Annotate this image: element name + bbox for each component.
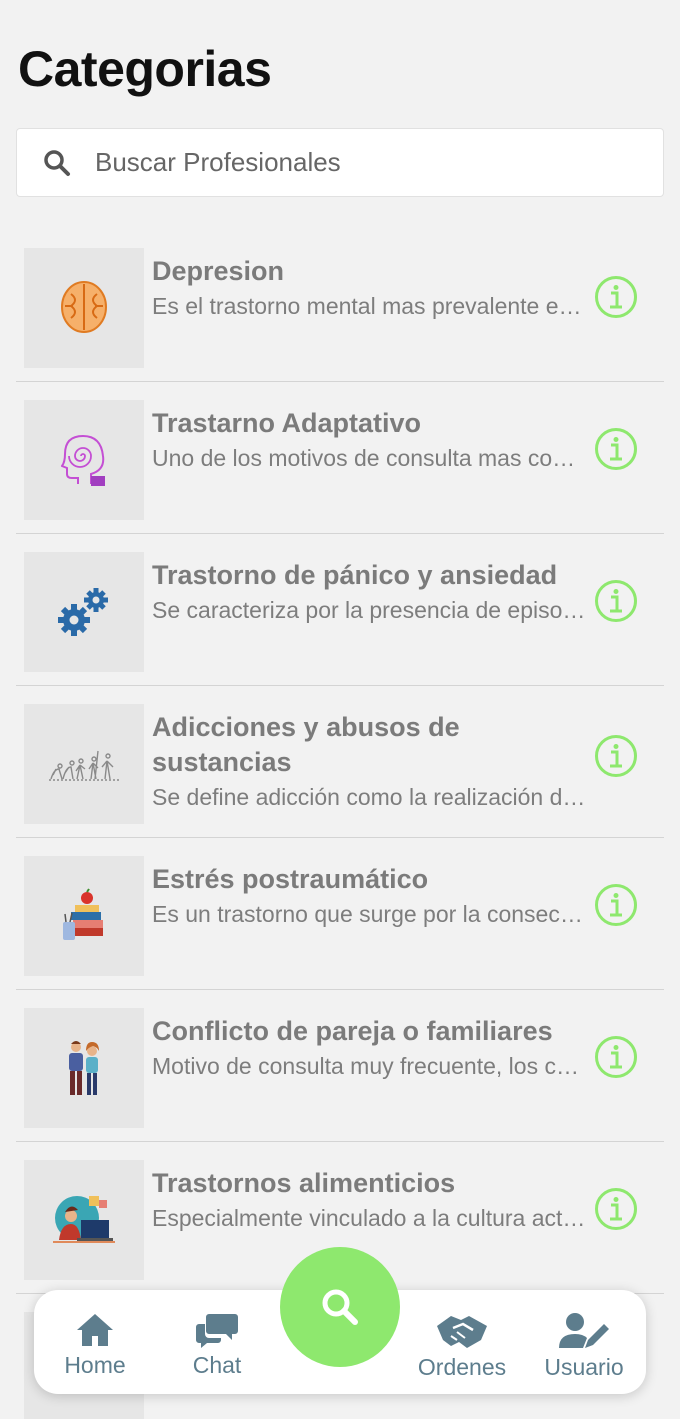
category-row-adicciones[interactable]: Adicciones y abusos de sustancias Se def… xyxy=(16,686,664,838)
handshake-icon xyxy=(437,1316,487,1348)
category-description: Se define adicción como la realización d… xyxy=(152,784,587,810)
category-row-trastorno-adaptativo[interactable]: Trastarno Adaptativo Uno de los motivos … xyxy=(16,382,664,534)
nav-home-label: Home xyxy=(64,1352,126,1378)
info-icon[interactable] xyxy=(594,883,638,927)
nav-orders-label: Ordenes xyxy=(417,1354,507,1380)
couple-icon xyxy=(69,1041,99,1095)
brain-icon xyxy=(61,281,107,333)
category-thumbnail xyxy=(24,248,144,368)
category-thumbnail xyxy=(24,1008,144,1128)
search-icon xyxy=(322,1289,358,1325)
category-title: Depresion xyxy=(152,256,285,286)
category-description: Uno de los motivos de consulta mas comun… xyxy=(152,445,587,471)
nav-user[interactable]: Usuario xyxy=(540,1312,628,1381)
category-description: Especialmente vinculado a la cultura act… xyxy=(152,1205,587,1231)
nav-chat[interactable]: Chat xyxy=(180,1312,254,1379)
nav-home[interactable]: Home xyxy=(58,1312,132,1379)
category-title: Estrés postraumático xyxy=(152,864,429,894)
category-thumbnail xyxy=(24,400,144,520)
category-title: Adicciones y abusos de sustancias xyxy=(152,712,460,777)
category-description: Es un trastorno que surge por la consecu… xyxy=(152,901,587,927)
category-row-panico-ansiedad[interactable]: Trastorno de pánico y ansiedad Se caract… xyxy=(16,534,664,686)
home-icon xyxy=(77,1314,113,1346)
category-title: Trastarno Adaptativo xyxy=(152,408,422,438)
category-thumbnail xyxy=(24,1160,144,1280)
category-description: Se caracteriza por la presencia de episo… xyxy=(152,597,587,623)
category-title: Trastorno de pánico y ansiedad xyxy=(152,560,558,590)
category-description: Motivo de consulta muy frecuente, los co… xyxy=(152,1053,587,1079)
user-edit-icon xyxy=(559,1313,609,1348)
category-thumbnail xyxy=(24,704,144,824)
category-row-conflicto-pareja[interactable]: Conflicto de pareja o familiares Motivo … xyxy=(16,990,664,1142)
category-row-estres-postraumatico[interactable]: Estrés postraumático Es un trastorno que… xyxy=(16,838,664,990)
search-input[interactable] xyxy=(95,147,635,178)
category-thumbnail xyxy=(24,552,144,672)
info-icon[interactable] xyxy=(594,734,638,778)
info-icon[interactable] xyxy=(594,1035,638,1079)
category-list: Depresion Es el trastorno mental mas pre… xyxy=(16,230,664,1419)
category-row-depresion[interactable]: Depresion Es el trastorno mental mas pre… xyxy=(16,230,664,382)
category-title: Conflicto de pareja o familiares xyxy=(152,1016,553,1046)
info-icon[interactable] xyxy=(594,275,638,319)
person-laptop-icon xyxy=(53,1196,115,1243)
evolution-icon xyxy=(49,750,119,781)
nav-chat-label: Chat xyxy=(192,1352,242,1378)
category-thumbnail xyxy=(24,856,144,976)
nav-orders[interactable]: Ordenes xyxy=(414,1312,510,1381)
info-icon[interactable] xyxy=(594,579,638,623)
books-apple-icon xyxy=(63,888,103,940)
search-fab-button[interactable] xyxy=(280,1247,400,1367)
search-icon xyxy=(44,149,70,176)
head-spiral-icon xyxy=(61,434,105,486)
info-icon[interactable] xyxy=(594,427,638,471)
search-bar[interactable] xyxy=(16,128,664,197)
gears-icon xyxy=(58,588,108,636)
chat-icon xyxy=(196,1314,238,1348)
category-description: Es el trastorno mental mas prevalente en… xyxy=(152,293,587,319)
page-title: Categorias xyxy=(18,41,272,97)
info-icon[interactable] xyxy=(594,1187,638,1231)
nav-user-label: Usuario xyxy=(544,1354,624,1380)
category-title: Trastornos alimenticios xyxy=(152,1168,456,1198)
